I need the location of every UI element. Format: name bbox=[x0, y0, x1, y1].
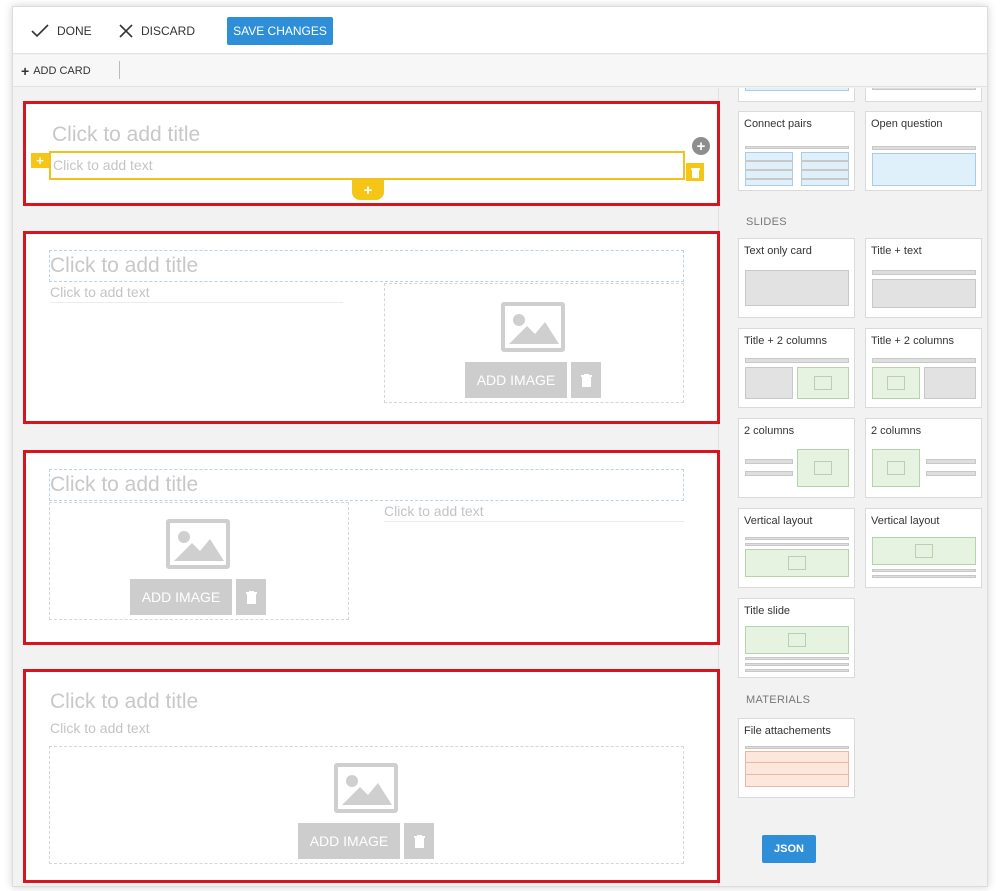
template-tile-title-slide[interactable]: Title slide bbox=[738, 598, 855, 678]
tile-label: Title + text bbox=[871, 245, 922, 257]
delete-image-button[interactable] bbox=[571, 362, 601, 398]
delete-image-button[interactable] bbox=[404, 823, 434, 859]
tile-label: Open question bbox=[871, 118, 943, 130]
template-tile-partial-left[interactable] bbox=[738, 88, 855, 102]
check-icon bbox=[31, 24, 49, 38]
card-title-placeholder[interactable]: Click to add title bbox=[52, 123, 200, 147]
card-text-placeholder[interactable]: Click to add text bbox=[50, 284, 150, 300]
text-underline bbox=[384, 521, 684, 522]
discard-label: DISCARD bbox=[141, 24, 196, 38]
add-card-label: ADD CARD bbox=[33, 65, 91, 77]
image-icon bbox=[166, 519, 230, 569]
template-tile-2col-b[interactable]: 2 columns bbox=[865, 418, 982, 498]
add-image-button[interactable]: ADD IMAGE bbox=[130, 579, 232, 615]
card-title-placeholder[interactable]: Click to add title bbox=[50, 254, 198, 278]
card-text-placeholder[interactable]: Click to add text bbox=[53, 157, 153, 173]
tile-label: 2 columns bbox=[871, 425, 922, 437]
done-label: DONE bbox=[57, 24, 92, 38]
card-title-placeholder[interactable]: Click to add title bbox=[50, 690, 198, 714]
image-icon bbox=[334, 763, 398, 813]
text-underline bbox=[50, 302, 343, 303]
image-drop-zone[interactable]: ADD IMAGE bbox=[384, 283, 684, 403]
template-tile-open-question[interactable]: Open question bbox=[865, 111, 982, 191]
block-add-left-handle[interactable]: + bbox=[31, 153, 49, 168]
template-tile-connect-pairs[interactable]: Connect pairs bbox=[738, 111, 855, 191]
trash-icon bbox=[580, 373, 592, 387]
add-block-circle-button[interactable]: + bbox=[692, 137, 710, 155]
card-title-text-editing[interactable]: Click to add title Click to add text + +… bbox=[23, 101, 720, 206]
tile-label: Vertical layout bbox=[871, 515, 940, 527]
card-title-image-left-text[interactable]: Click to add title ADD IMAGE Click to ad… bbox=[23, 450, 720, 645]
template-tile-vertical-b[interactable]: Vertical layout bbox=[865, 508, 982, 588]
toolbar: DONE DISCARD SAVE CHANGES bbox=[13, 7, 987, 54]
add-image-button[interactable]: ADD IMAGE bbox=[465, 362, 567, 398]
tile-label: Title slide bbox=[744, 605, 791, 617]
block-delete-handle[interactable] bbox=[686, 163, 704, 181]
editor-window: DONE DISCARD SAVE CHANGES + ADD CARD Cli… bbox=[12, 6, 988, 887]
trash-icon bbox=[690, 167, 700, 178]
delete-image-button[interactable] bbox=[236, 579, 266, 615]
image-drop-zone[interactable]: ADD IMAGE bbox=[49, 746, 684, 864]
template-tile-title-2col-b[interactable]: Title + 2 columns bbox=[865, 328, 982, 408]
card-canvas: Click to add title Click to add text + +… bbox=[13, 88, 720, 886]
toolbar-divider bbox=[119, 61, 120, 79]
card-title-placeholder[interactable]: Click to add title bbox=[50, 473, 198, 497]
template-tile-title-2col-a[interactable]: Title + 2 columns bbox=[738, 328, 855, 408]
save-changes-button[interactable]: SAVE CHANGES bbox=[227, 17, 333, 45]
card-title-text-image-bottom[interactable]: Click to add title Click to add text ADD… bbox=[23, 669, 720, 883]
card-title-text-image-right[interactable]: Click to add title Click to add text ADD… bbox=[23, 231, 720, 424]
tile-label: Text only card bbox=[744, 245, 812, 257]
image-icon bbox=[501, 302, 565, 352]
template-tile-text-only[interactable]: Text only card bbox=[738, 238, 855, 318]
template-tile-title-text[interactable]: Title + text bbox=[865, 238, 982, 318]
add-image-button[interactable]: ADD IMAGE bbox=[298, 823, 400, 859]
trash-icon bbox=[245, 590, 257, 604]
template-tile-2col-a[interactable]: 2 columns bbox=[738, 418, 855, 498]
slides-section-header: SLIDES bbox=[746, 216, 787, 228]
tile-label: Title + 2 columns bbox=[871, 335, 955, 347]
plus-icon: + bbox=[21, 63, 30, 79]
close-icon bbox=[119, 24, 133, 38]
json-button[interactable]: JSON bbox=[762, 835, 816, 863]
text-edit-box[interactable]: Click to add text bbox=[49, 151, 685, 180]
template-tile-partial-right[interactable] bbox=[865, 88, 982, 102]
tile-label: Title + 2 columns bbox=[744, 335, 828, 347]
done-button[interactable]: DONE bbox=[31, 21, 92, 41]
template-tile-file-attachments[interactable]: File attachements bbox=[738, 718, 855, 798]
materials-section-header: MATERIALS bbox=[746, 694, 811, 706]
template-sidebar: Connect pairs Open question SLIDES Text … bbox=[720, 88, 987, 886]
card-text-placeholder[interactable]: Click to add text bbox=[384, 503, 484, 519]
image-drop-zone[interactable]: ADD IMAGE bbox=[49, 502, 349, 620]
card-toolbar: + ADD CARD bbox=[13, 55, 987, 87]
add-card-button[interactable]: + ADD CARD bbox=[21, 64, 91, 78]
tile-label: 2 columns bbox=[744, 425, 795, 437]
trash-icon bbox=[413, 834, 425, 848]
discard-button[interactable]: DISCARD bbox=[119, 21, 195, 41]
card-text-placeholder[interactable]: Click to add text bbox=[50, 720, 150, 736]
tile-label: File attachements bbox=[744, 725, 831, 737]
template-tile-vertical-a[interactable]: Vertical layout bbox=[738, 508, 855, 588]
tile-label: Vertical layout bbox=[744, 515, 813, 527]
block-add-below-handle[interactable]: + bbox=[352, 180, 384, 200]
tile-label: Connect pairs bbox=[744, 118, 812, 130]
